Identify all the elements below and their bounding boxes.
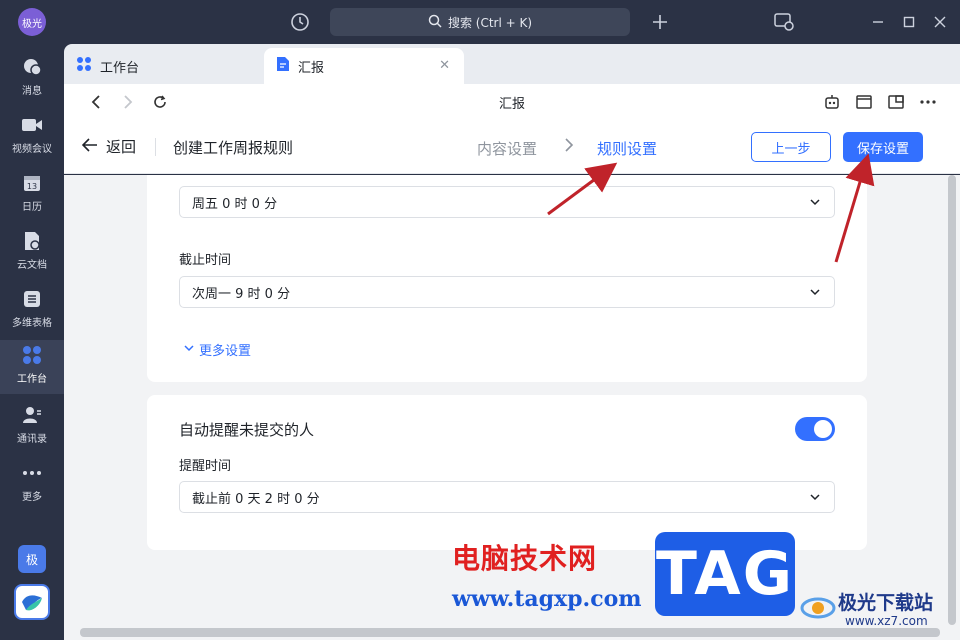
start-time-select[interactable]: 周五 0 时 0 分 (179, 186, 835, 218)
tab-label: 汇报 (298, 60, 325, 76)
rail-item-more[interactable]: 更多 (0, 458, 64, 512)
close-tab-icon[interactable]: ✕ (439, 58, 450, 73)
calendar-day: 13 (27, 182, 37, 191)
watermark-logo-icon (800, 588, 836, 624)
left-rail: 极光 消息 视频会议 13 日历 云文档 多维表格 工作台 通讯录 更多 极 (0, 0, 64, 640)
add-icon[interactable] (648, 10, 672, 34)
title-bar: 搜索 (Ctrl + K) (64, 0, 960, 44)
remind-time-label: 提醒时间 (179, 459, 232, 474)
rail-label: 云文档 (17, 260, 47, 271)
watermark-site2-url: www.xz7.com (845, 614, 928, 628)
table-icon (21, 288, 43, 310)
more-settings-link[interactable]: 更多设置 (183, 340, 251, 359)
history-icon[interactable] (288, 10, 312, 34)
more-icon (21, 462, 43, 484)
rail-item-bitable[interactable]: 多维表格 (0, 284, 64, 338)
watermark-site2-name: 极光下载站 (838, 592, 934, 614)
tab-strip: 工作台 汇报 ✕ (64, 44, 960, 84)
user-avatar[interactable]: 极光 (18, 8, 46, 36)
header-divider (155, 138, 156, 156)
doc-icon (21, 230, 43, 252)
minimize-icon[interactable] (866, 10, 890, 34)
deadline-value: 次周一 9 时 0 分 (192, 286, 291, 302)
deadline-select[interactable]: 次周一 9 时 0 分 (179, 276, 835, 308)
rail-item-calendar[interactable]: 13 日历 (0, 168, 64, 222)
remind-time-select[interactable]: 截止前 0 天 2 时 0 分 (179, 481, 835, 513)
watermark-tag-logo: TAG (655, 532, 795, 616)
maximize-icon[interactable] (897, 10, 921, 34)
more-settings-label: 更多设置 (199, 344, 252, 359)
rail-item-docs[interactable]: 云文档 (0, 226, 64, 280)
rail-label: 日历 (22, 202, 42, 213)
save-settings-button[interactable]: 保存设置 (843, 132, 923, 162)
chevron-down-icon (808, 490, 822, 504)
scrollbar-thumb[interactable] (80, 628, 940, 637)
arrow-left-icon (81, 137, 98, 156)
tab-workspace[interactable]: 工作台 (64, 48, 262, 84)
rail-label: 视频会议 (12, 144, 52, 155)
tab-label: 工作台 (100, 60, 140, 76)
lark-app-icon[interactable] (14, 584, 50, 620)
notifications-icon[interactable] (772, 10, 796, 34)
chevron-right-icon (564, 137, 574, 157)
more-options-icon[interactable] (918, 92, 938, 112)
contacts-icon (21, 404, 43, 426)
rail-item-messages[interactable]: 消息 (0, 52, 64, 106)
watermark-site-url: www.tagxp.com (452, 586, 642, 612)
rail-label: 更多 (22, 492, 42, 503)
reminder-card: 自动提醒未提交的人 提醒时间 截止前 0 天 2 时 0 分 (147, 395, 867, 550)
report-icon (276, 56, 290, 76)
rail-item-contacts[interactable]: 通讯录 (0, 400, 64, 454)
close-window-icon[interactable] (928, 10, 952, 34)
browser-nav-bar: 汇报 (64, 84, 960, 120)
remind-time-value: 截止前 0 天 2 时 0 分 (192, 491, 320, 507)
auto-remind-toggle[interactable] (795, 417, 835, 441)
chevron-down-icon (808, 285, 822, 299)
window-icon[interactable] (854, 92, 874, 112)
rail-label: 工作台 (17, 374, 47, 385)
previous-step-button[interactable]: 上一步 (751, 132, 831, 162)
rail-label: 通讯录 (17, 434, 47, 445)
chevron-down-icon (183, 342, 195, 358)
back-button[interactable]: 返回 (81, 136, 137, 157)
horizontal-scrollbar[interactable] (64, 625, 960, 640)
chat-icon (21, 56, 43, 78)
auto-remind-title: 自动提醒未提交的人 (179, 421, 315, 439)
search-placeholder: 搜索 (Ctrl + K) (447, 15, 533, 30)
scrollbar-thumb[interactable] (948, 175, 956, 625)
watermark-site-name: 电脑技术网 (452, 542, 598, 575)
step-rule-settings[interactable]: 规则设置 (597, 138, 657, 159)
workspace-icon (21, 344, 43, 366)
chevron-down-icon (808, 195, 822, 209)
tab-report[interactable]: 汇报 ✕ (264, 48, 464, 84)
deadline-label: 截止时间 (179, 253, 232, 268)
page-title: 创建工作周报规则 (173, 139, 294, 157)
rail-item-video[interactable]: 视频会议 (0, 110, 64, 164)
search-input[interactable]: 搜索 (Ctrl + K) (330, 8, 630, 36)
app-shortcut-icon[interactable]: 极 (18, 545, 46, 573)
back-label: 返回 (106, 138, 137, 156)
popout-icon[interactable] (886, 92, 906, 112)
vertical-scrollbar[interactable] (944, 175, 960, 625)
rail-item-workspace[interactable]: 工作台 (0, 340, 64, 394)
page-header: 返回 创建工作周报规则 内容设置 规则设置 上一步 保存设置 (64, 120, 960, 174)
bot-icon[interactable] (822, 92, 842, 112)
video-icon (21, 114, 43, 136)
start-time-value: 周五 0 时 0 分 (192, 196, 278, 212)
search-icon (428, 14, 442, 31)
step-content-settings[interactable]: 内容设置 (477, 138, 537, 159)
workspace-icon (76, 56, 92, 76)
rail-label: 多维表格 (12, 318, 52, 329)
schedule-card: 周五 0 时 0 分 截止时间 次周一 9 时 0 分 更多设置 (147, 175, 867, 382)
calendar-icon: 13 (21, 172, 43, 194)
toggle-knob (814, 420, 832, 438)
rail-label: 消息 (22, 86, 42, 97)
